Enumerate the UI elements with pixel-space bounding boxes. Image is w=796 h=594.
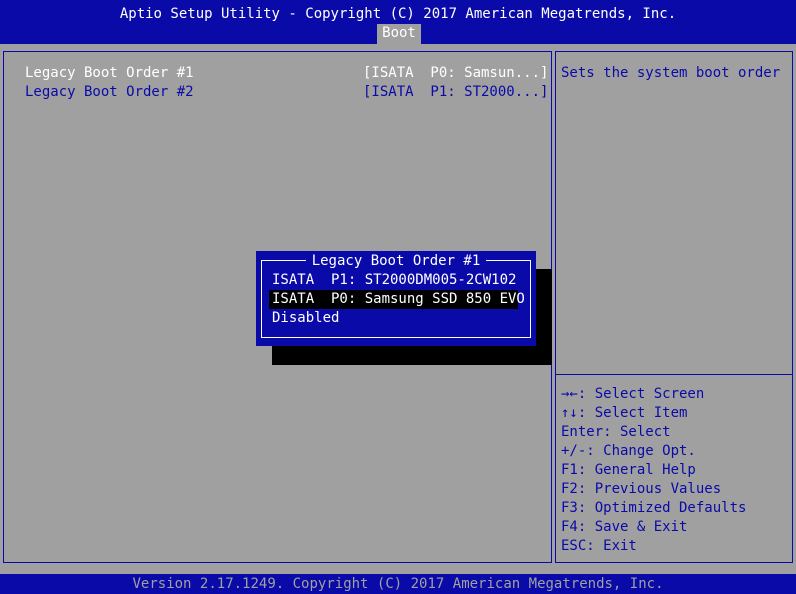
legacy-boot-order-1-value[interactable]: [ISATA P0: Samsun...] <box>363 64 548 83</box>
footer-bar: Version 2.17.1249. Copyright (C) 2017 Am… <box>0 574 796 594</box>
boot-order-popup: Legacy Boot Order #1 ISATA P1: ST2000DM0… <box>256 251 536 346</box>
legacy-boot-order-2-label[interactable]: Legacy Boot Order #2 <box>25 83 194 102</box>
popup-option-disabled[interactable]: Disabled <box>269 309 342 328</box>
help-divider <box>556 374 792 375</box>
header-title: Aptio Setup Utility - Copyright (C) 2017… <box>119 6 677 22</box>
header-bar: Aptio Setup Utility - Copyright (C) 2017… <box>0 0 796 44</box>
footer-version-text: Version 2.17.1249. Copyright (C) 2017 Am… <box>132 576 664 592</box>
key-legend: →←: Select Screen ↑↓: Select Item Enter:… <box>561 385 746 556</box>
help-description: Sets the system boot order <box>561 65 781 81</box>
popup-title: Legacy Boot Order #1 <box>256 252 536 270</box>
key-esc-exit: ESC: Exit <box>561 538 637 554</box>
key-general-help: F1: General Help <box>561 462 696 478</box>
key-enter-select: Enter: Select <box>561 424 671 440</box>
legacy-boot-order-1-label[interactable]: Legacy Boot Order #1 <box>25 64 194 83</box>
popup-option-samsung-selected[interactable]: ISATA P0: Samsung SSD 850 EVO <box>269 290 525 309</box>
legacy-boot-order-2-value[interactable]: [ISATA P1: ST2000...] <box>363 83 548 102</box>
key-change-opt: +/-: Change Opt. <box>561 443 696 459</box>
tab-boot[interactable]: Boot <box>377 24 421 44</box>
bios-screen: Aptio Setup Utility - Copyright (C) 2017… <box>0 0 796 594</box>
key-select-screen: →←: Select Screen <box>561 386 705 402</box>
key-previous-values: F2: Previous Values <box>561 481 722 497</box>
key-optimized-defaults: F3: Optimized Defaults <box>561 500 747 516</box>
help-panel: Sets the system boot order →←: Select Sc… <box>555 51 793 563</box>
key-select-item: ↑↓: Select Item <box>561 405 688 421</box>
popup-option-st2000[interactable]: ISATA P1: ST2000DM005-2CW102 <box>269 271 519 290</box>
popup-title-text: Legacy Boot Order #1 <box>305 253 487 269</box>
key-save-exit: F4: Save & Exit <box>561 519 688 535</box>
